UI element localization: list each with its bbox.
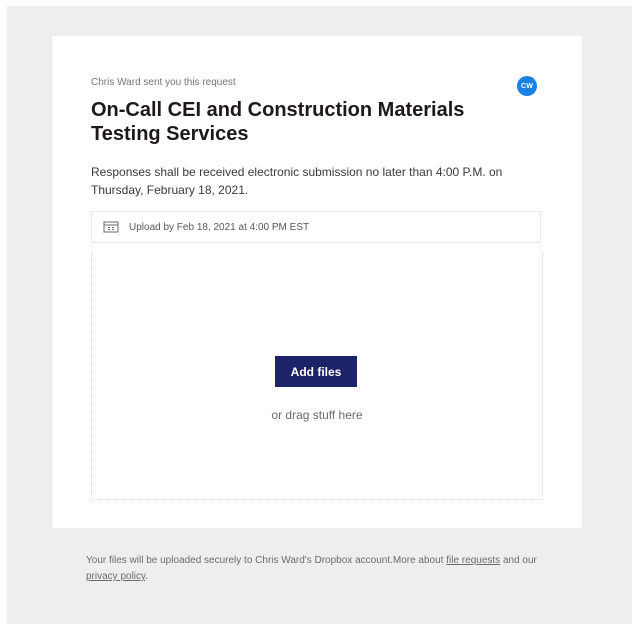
deadline-box: Upload by Feb 18, 2021 at 4:00 PM EST: [91, 211, 541, 243]
drag-hint: or drag stuff here: [271, 408, 363, 422]
avatar-initials: CW: [520, 82, 534, 90]
avatar: CW: [517, 76, 537, 96]
file-requests-link[interactable]: file requests: [446, 555, 500, 566]
file-dropzone[interactable]: Add files or drag stuff here: [91, 252, 543, 500]
footer-text-middle: and our: [500, 555, 537, 566]
file-request-card: Chris Ward sent you this request CW On-C…: [52, 36, 582, 528]
add-files-button[interactable]: Add files: [275, 356, 357, 387]
deadline-text: Upload by Feb 18, 2021 at 4:00 PM EST: [129, 221, 310, 233]
footer-note: Your files will be uploaded securely to …: [86, 553, 566, 585]
page-background: Chris Ward sent you this request CW On-C…: [7, 6, 632, 624]
sender-line: Chris Ward sent you this request: [91, 77, 236, 88]
calendar-icon: [103, 221, 119, 233]
request-description: Responses shall be received electronic s…: [91, 165, 503, 197]
footer-text-before: Your files will be uploaded securely to …: [86, 555, 447, 566]
request-title: On-Call CEI and Construction Materials T…: [91, 99, 465, 145]
footer-text-after: .: [145, 571, 149, 582]
privacy-policy-link[interactable]: privacy policy: [86, 571, 145, 582]
